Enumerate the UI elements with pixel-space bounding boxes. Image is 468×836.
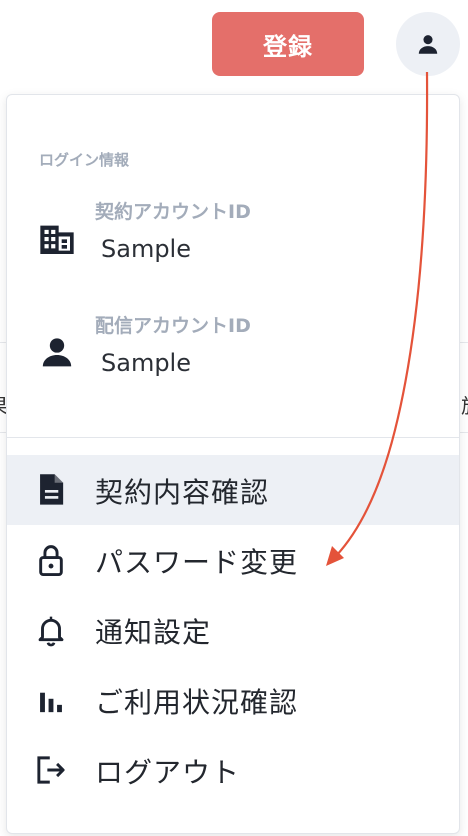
menu-item-notification-settings[interactable]: 通知設定 [7, 595, 459, 665]
menu-item-label: 契約内容確認 [95, 476, 270, 509]
menu-item-logout[interactable]: ログアウト [7, 735, 459, 805]
contract-account-label: 契約アカウントID [95, 201, 251, 223]
menu-divider [7, 437, 459, 438]
menu-item-contract-details[interactable]: 契約内容確認 [7, 455, 459, 525]
background-divider-right [460, 342, 468, 343]
menu-item-label: パスワード変更 [95, 546, 299, 579]
menu-item-usage-status[interactable]: ご利用状況確認 [7, 665, 459, 735]
menu-item-label: ご利用状況確認 [95, 686, 299, 719]
delivery-account-label: 配信アカウントID [95, 315, 251, 337]
user-icon [42, 338, 72, 367]
lock-icon [33, 542, 69, 578]
contract-account-block: 契約アカウントID Sample [7, 193, 459, 273]
account-dropdown-menu: ログイン情報 契約アカウントID Sample 配信アカウントID Sample… [6, 94, 460, 834]
account-menu-button[interactable] [396, 12, 460, 76]
menu-item-label: 通知設定 [95, 616, 212, 649]
document-icon [33, 472, 69, 508]
bar-chart-icon [33, 682, 69, 718]
delivery-account-block: 配信アカウントID Sample [7, 307, 459, 387]
user-icon [418, 35, 438, 54]
logout-icon [33, 752, 69, 788]
register-button[interactable]: 登録 [212, 12, 364, 76]
contract-account-value: Sample [101, 235, 191, 263]
building-icon [40, 225, 74, 254]
menu-item-password-change[interactable]: パスワード変更 [7, 525, 459, 595]
menu-item-label: ログアウト [95, 756, 241, 789]
login-info-heading: ログイン情報 [39, 151, 130, 169]
background-text-fragment-right: 於 [461, 390, 468, 419]
bell-icon [33, 612, 69, 648]
delivery-account-value: Sample [101, 349, 191, 377]
background-divider-right-2 [460, 432, 468, 433]
